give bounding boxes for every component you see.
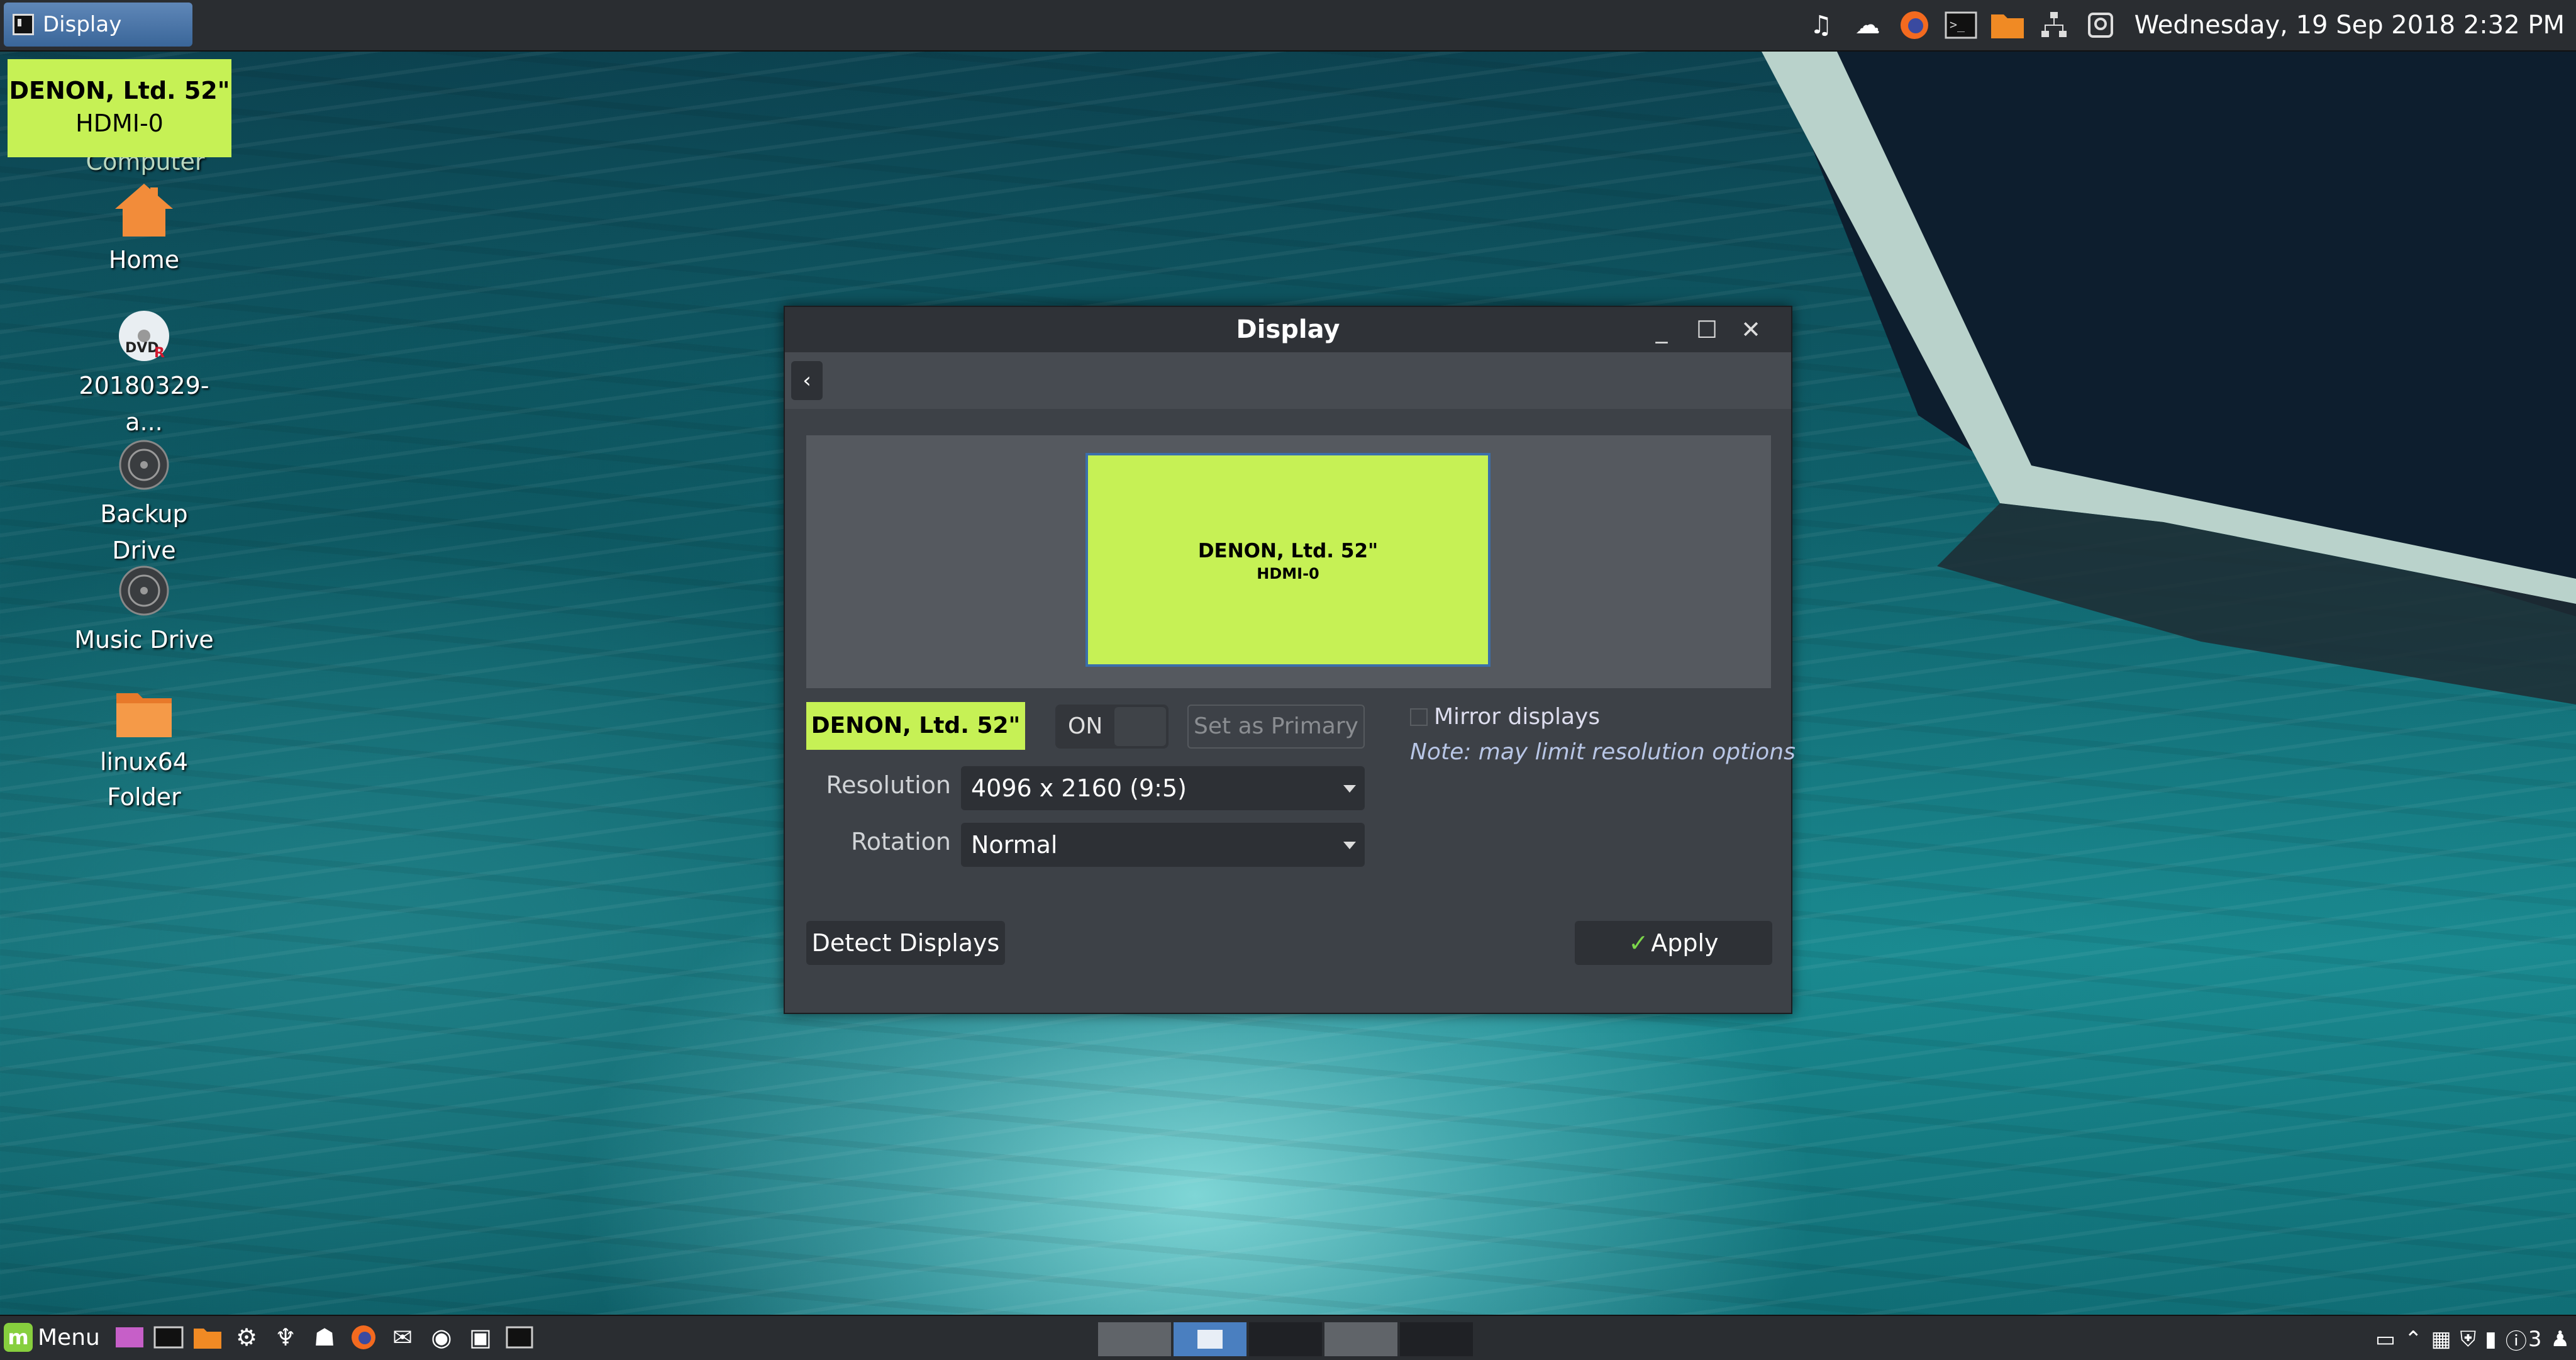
menu-button[interactable]: m Menu bbox=[4, 1320, 100, 1355]
folder-icon bbox=[116, 693, 172, 737]
arrow-up-icon[interactable]: ⌃ bbox=[2404, 1327, 2423, 1352]
firefox-icon[interactable] bbox=[347, 1321, 380, 1354]
display-arrangement: DENON, Ltd. 52" HDMI-0 bbox=[806, 435, 1771, 688]
set-as-primary-button[interactable]: Set as Primary bbox=[1187, 705, 1365, 749]
mirror-displays-checkbox[interactable] bbox=[1410, 708, 1428, 726]
rotation-label: Rotation bbox=[851, 828, 951, 856]
apply-button[interactable]: ✓ Apply bbox=[1575, 921, 1772, 965]
monitor-preview-port: HDMI-0 bbox=[1257, 565, 1319, 582]
desktop-icon-home[interactable]: Home bbox=[72, 181, 216, 278]
thunderbird-icon[interactable]: ✉ bbox=[386, 1321, 419, 1354]
notifications-icon[interactable]: ⓘ bbox=[2506, 1324, 2527, 1355]
resolution-value: 4096 x 2160 (9:5) bbox=[971, 774, 1187, 802]
bottom-tray: ▭ ⌃ ▦ ⛨ ▮ ⓘ 3 ♟ bbox=[2367, 1322, 2570, 1356]
system-tray: ♫ ☁ >_ Wednesday, 19 Sep 2018 2:32 PM bbox=[1804, 0, 2565, 50]
workspace-2[interactable] bbox=[1174, 1322, 1246, 1356]
workspace-switcher bbox=[1098, 1322, 1475, 1356]
taskbar-button-label: Display bbox=[43, 12, 122, 37]
toggle-label: ON bbox=[1068, 713, 1103, 739]
svg-text:>_: >_ bbox=[1950, 17, 1965, 32]
battery-icon[interactable]: ▮ bbox=[2485, 1327, 2497, 1352]
display-icon[interactable]: ▭ bbox=[2375, 1327, 2396, 1352]
music-icon[interactable]: ♫ bbox=[1804, 8, 1839, 43]
chevron-left-icon: ‹ bbox=[802, 368, 811, 393]
workspace-4[interactable] bbox=[1324, 1322, 1397, 1356]
mirror-displays-label[interactable]: Mirror displays bbox=[1434, 703, 1600, 731]
apply-label: Apply bbox=[1651, 929, 1719, 957]
display-window: Display _ ☐ ✕ ‹ DENON, Ltd. 52" HDMI-0 D… bbox=[784, 306, 1796, 1014]
weather-icon[interactable]: ☁ bbox=[1850, 8, 1885, 43]
terminal-icon[interactable] bbox=[503, 1321, 536, 1354]
files-icon[interactable] bbox=[191, 1321, 224, 1354]
user-icon[interactable]: ♟ bbox=[2551, 1327, 2570, 1352]
rotation-dropdown[interactable]: Normal bbox=[961, 823, 1365, 867]
taskbar-button-display[interactable]: Display bbox=[4, 3, 192, 47]
show-desktop-icon[interactable] bbox=[113, 1321, 146, 1354]
accessibility-icon[interactable] bbox=[2083, 8, 2118, 43]
shield-icon[interactable]: ⛨ bbox=[2460, 1327, 2477, 1352]
toolbar: ‹ bbox=[785, 352, 1791, 409]
bottom-panel: m Menu ⚙ ♆ ☗ ✉ ◉ ▣ ▭ ⌃ ▦ ⛨ ▮ ⓘ 3 ♟ bbox=[0, 1315, 2576, 1360]
minimize-button[interactable]: _ bbox=[1648, 316, 1675, 343]
monitor-preview-name: DENON, Ltd. 52" bbox=[1197, 540, 1379, 562]
back-button[interactable]: ‹ bbox=[791, 361, 823, 400]
workspace-5[interactable] bbox=[1400, 1322, 1473, 1356]
resolution-label: Resolution bbox=[826, 771, 951, 799]
output-name-label: DENON, Ltd. 52" bbox=[806, 702, 1025, 750]
network-icon[interactable] bbox=[2036, 8, 2072, 43]
maximize-button[interactable]: ☐ bbox=[1693, 316, 1721, 343]
desktop-icon-backup-drive[interactable]: Backup Drive bbox=[72, 437, 216, 569]
close-button[interactable]: ✕ bbox=[1737, 316, 1765, 343]
dvd-icon: DVDR bbox=[119, 311, 169, 361]
titlebar[interactable]: Display _ ☐ ✕ bbox=[785, 307, 1791, 352]
checkmark-icon: ✓ bbox=[1628, 929, 1649, 957]
monitor-preview[interactable]: DENON, Ltd. 52" HDMI-0 bbox=[1085, 453, 1491, 667]
detect-displays-button[interactable]: Detect Displays bbox=[806, 921, 1005, 965]
output-on-toggle[interactable]: ON bbox=[1055, 705, 1169, 749]
rotation-value: Normal bbox=[971, 831, 1058, 859]
bleachbit-icon[interactable]: ♆ bbox=[269, 1321, 302, 1354]
apps-icon[interactable]: ▦ bbox=[2431, 1327, 2451, 1352]
resolution-dropdown[interactable]: 4096 x 2160 (9:5) bbox=[961, 766, 1365, 810]
settings-icon[interactable]: ⚙ bbox=[230, 1321, 263, 1354]
menu-label: Menu bbox=[38, 1324, 100, 1351]
notification-count: 3 bbox=[2528, 1327, 2542, 1352]
workspace-3[interactable] bbox=[1249, 1322, 1322, 1356]
folder-icon[interactable] bbox=[1990, 8, 2025, 43]
games-icon[interactable]: ☗ bbox=[308, 1321, 341, 1354]
drive-icon bbox=[119, 566, 169, 616]
desktop-icon-music-drive[interactable]: Music Drive bbox=[72, 562, 216, 658]
desktop-icon-linux64-folder[interactable]: linux64 Folder bbox=[72, 688, 216, 815]
clock[interactable]: Wednesday, 19 Sep 2018 2:32 PM bbox=[2135, 11, 2565, 40]
launchers: ⚙ ♆ ☗ ✉ ◉ ▣ bbox=[113, 1320, 542, 1355]
linux-mint-icon: m bbox=[4, 1323, 33, 1352]
screenshot-icon[interactable]: ▣ bbox=[464, 1321, 497, 1354]
terminal-icon[interactable]: >_ bbox=[1943, 8, 1979, 43]
drive-icon bbox=[119, 440, 169, 490]
window-title: Display bbox=[1236, 315, 1340, 344]
terminal-icon[interactable] bbox=[152, 1321, 185, 1354]
top-panel: Display ♫ ☁ >_ Wednesday, 19 Sep 2018 2:… bbox=[0, 0, 2576, 52]
monitor-osd-label: DENON, Ltd. 52" HDMI-0 bbox=[8, 59, 231, 157]
terminal-icon bbox=[13, 14, 34, 35]
mirror-note: Note: may limit resolution options bbox=[1410, 739, 1796, 765]
svg-text:R: R bbox=[154, 345, 165, 361]
dropdown-arrow-icon bbox=[1343, 785, 1356, 793]
desktop-icon-dvd[interactable]: DVD R 20180329-a... bbox=[72, 308, 216, 440]
workspace-1[interactable] bbox=[1098, 1322, 1171, 1356]
dropdown-arrow-icon bbox=[1343, 842, 1356, 849]
firefox-icon[interactable] bbox=[1897, 8, 1932, 43]
media-icon[interactable]: ◉ bbox=[425, 1321, 458, 1354]
toggle-knob bbox=[1114, 707, 1166, 746]
home-icon bbox=[115, 184, 173, 237]
